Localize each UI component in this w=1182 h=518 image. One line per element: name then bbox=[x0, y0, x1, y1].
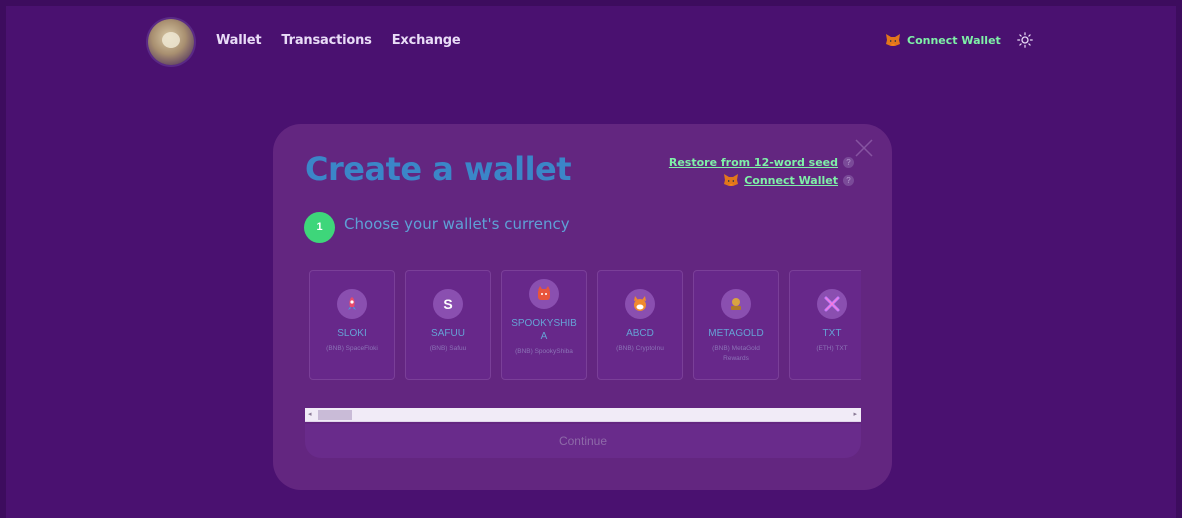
currency-symbol: TXT bbox=[822, 328, 842, 339]
close-icon[interactable] bbox=[854, 138, 874, 158]
metamask-icon bbox=[885, 33, 901, 47]
currency-description: (BNB) CryptoInu bbox=[616, 345, 664, 352]
currency-symbol: SAFUU bbox=[431, 328, 465, 339]
help-icon[interactable]: ? bbox=[843, 157, 854, 168]
txt-icon bbox=[817, 289, 847, 319]
currency-card[interactable]: TXT (ETH) TXT bbox=[789, 270, 861, 380]
currency-symbol: ABCD bbox=[626, 328, 654, 339]
app-logo[interactable] bbox=[148, 19, 194, 65]
currency-card[interactable]: SPOOKYSHIBA (BNB) SpookyShiba bbox=[501, 270, 587, 380]
nav-wallet[interactable]: Wallet bbox=[216, 33, 262, 48]
currency-symbol: METAGOLD bbox=[708, 328, 764, 339]
rocket-icon bbox=[337, 289, 367, 319]
scroll-left-icon[interactable]: ◂ bbox=[308, 411, 312, 419]
restore-seed-link[interactable]: Restore from 12-word seed bbox=[669, 156, 838, 169]
currency-description: (ETH) TXT bbox=[816, 345, 848, 352]
currency-description: (BNB) SpookyShiba bbox=[515, 348, 573, 355]
currency-description: (BNB) SpaceFloki bbox=[326, 345, 378, 352]
dog-icon bbox=[625, 289, 655, 319]
currency-symbol: SPOOKYSHIBA bbox=[511, 318, 577, 342]
scrollbar-thumb[interactable] bbox=[318, 410, 352, 420]
s-letter-icon: S bbox=[433, 289, 463, 319]
step-number-badge: 1 bbox=[304, 212, 335, 243]
currency-card[interactable]: S SAFUU (BNB) Safuu bbox=[405, 270, 491, 380]
top-header: Wallet Transactions Exchange Connect Wal… bbox=[0, 0, 1182, 80]
step-indicator: 1 Choose your wallet's currency bbox=[304, 212, 570, 243]
currency-symbol: SLOKI bbox=[337, 328, 367, 339]
currency-card[interactable]: ABCD (BNB) CryptoInu bbox=[597, 270, 683, 380]
nav-exchange[interactable]: Exchange bbox=[392, 33, 461, 48]
currency-scrollbar[interactable]: ◂ ▸ bbox=[305, 408, 861, 422]
step-label: Choose your wallet's currency bbox=[344, 214, 570, 233]
shiba-icon bbox=[529, 279, 559, 309]
help-icon[interactable]: ? bbox=[843, 174, 854, 186]
connect-wallet-link[interactable]: Connect Wallet bbox=[744, 174, 838, 187]
scroll-right-icon[interactable]: ▸ bbox=[853, 411, 857, 419]
currency-card[interactable]: METAGOLD (BNB) MetaGold Rewards bbox=[693, 270, 779, 380]
modal-title: Create a wallet bbox=[305, 150, 572, 188]
nav-transactions[interactable]: Transactions bbox=[281, 33, 371, 48]
currency-list: SLOKI (BNB) SpaceFloki S SAFUU (BNB) Saf… bbox=[309, 270, 861, 380]
currency-description: (BNB) Safuu bbox=[429, 345, 467, 352]
currency-description: (BNB) MetaGold Rewards bbox=[712, 345, 760, 362]
connect-wallet-header-button[interactable]: Connect Wallet bbox=[907, 34, 1001, 47]
main-nav: Wallet Transactions Exchange bbox=[216, 33, 461, 48]
header-actions: Connect Wallet bbox=[885, 32, 1033, 48]
currency-card[interactable]: SLOKI (BNB) SpaceFloki bbox=[309, 270, 395, 380]
create-wallet-modal: Create a wallet Restore from 12-word see… bbox=[273, 124, 892, 490]
gold-icon bbox=[721, 289, 751, 319]
metamask-icon bbox=[723, 173, 739, 187]
modal-links: Restore from 12-word seed ? Connect Wall… bbox=[669, 156, 854, 191]
continue-button[interactable]: Continue bbox=[305, 424, 861, 458]
theme-toggle-icon[interactable] bbox=[1016, 32, 1033, 48]
